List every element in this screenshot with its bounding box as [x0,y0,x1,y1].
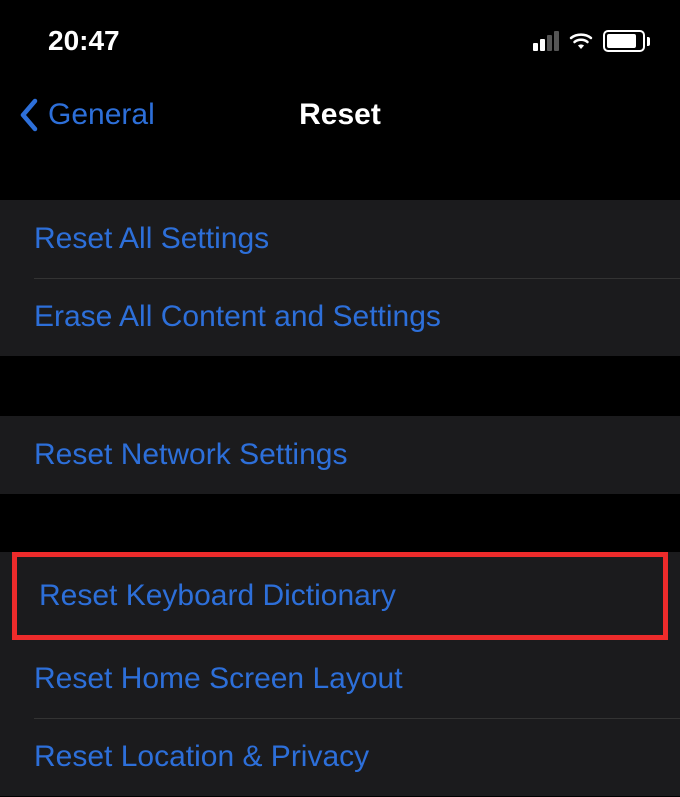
back-button[interactable]: General [18,98,155,132]
section-spacer [0,356,680,416]
reset-keyboard-dictionary-row[interactable]: Reset Keyboard Dictionary [17,557,663,635]
navigation-bar: General Reset [0,80,680,150]
section-spacer [0,494,680,552]
settings-group-1: Reset All Settings Erase All Content and… [0,200,680,356]
reset-all-settings-row[interactable]: Reset All Settings [0,200,680,278]
chevron-left-icon [18,98,40,132]
reset-network-settings-row[interactable]: Reset Network Settings [0,416,680,494]
cellular-signal-icon [533,31,559,51]
reset-location-privacy-row[interactable]: Reset Location & Privacy [0,718,680,796]
erase-all-content-row[interactable]: Erase All Content and Settings [0,278,680,356]
status-bar: 20:47 [0,0,680,70]
battery-icon [603,30,650,52]
section-spacer [0,150,680,200]
status-time: 20:47 [48,25,120,57]
back-label: General [48,98,155,132]
status-icons [533,30,650,52]
reset-home-screen-layout-row[interactable]: Reset Home Screen Layout [0,640,680,718]
settings-group-3: Reset Keyboard Dictionary Reset Home Scr… [0,552,680,796]
page-title: Reset [299,98,381,132]
settings-group-2: Reset Network Settings [0,416,680,494]
highlight-annotation: Reset Keyboard Dictionary [12,552,668,640]
wifi-icon [567,30,595,52]
